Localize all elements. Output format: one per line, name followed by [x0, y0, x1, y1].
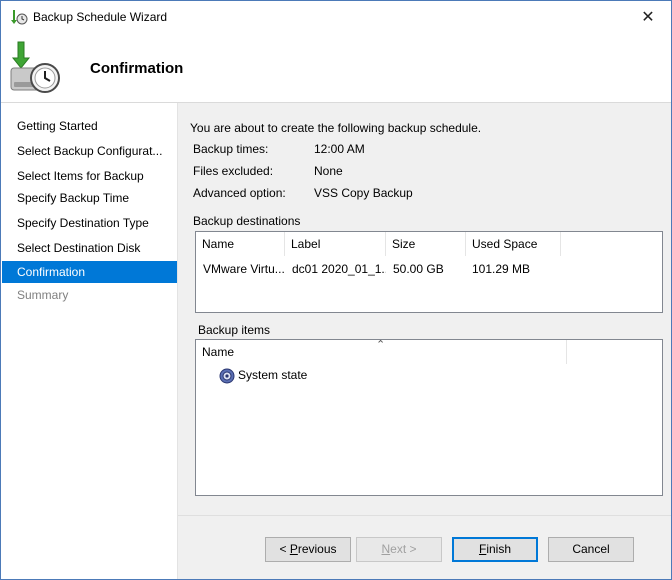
intro-text: You are about to create the following ba… [190, 121, 482, 135]
title-bar[interactable]: Backup Schedule Wizard ✕ [1, 1, 671, 32]
nav-step-summary: Summary [17, 288, 69, 302]
close-icon[interactable]: ✕ [625, 1, 671, 32]
backup-times-label: Backup times: [193, 142, 269, 156]
nav-step-confirmation[interactable]: Confirmation [2, 261, 177, 283]
destination-used-space-cell: 101.29 MB [472, 262, 531, 276]
backup-items-heading: Backup items [198, 323, 271, 337]
column-header-label[interactable]: Label [285, 232, 386, 256]
previous-button[interactable]: < Previous [265, 537, 351, 562]
files-excluded-label: Files excluded: [193, 164, 274, 178]
finish-button[interactable]: Finish [452, 537, 538, 562]
previous-label: revious [297, 542, 337, 556]
destination-size-cell: 50.00 GB [393, 262, 444, 276]
wizard-steps-nav: Getting Started Select Backup Configurat… [1, 103, 178, 579]
files-excluded-value: None [314, 164, 343, 178]
backup-times-value: 12:00 AM [314, 142, 365, 156]
backup-app-icon [11, 9, 28, 24]
previous-prefix: < [279, 542, 290, 556]
page-title: Confirmation [90, 60, 184, 77]
backup-items-list[interactable]: Name ⌃ System state [195, 339, 663, 496]
backup-destinations-list[interactable]: Name Label Size Used Space VMware Virtu.… [195, 231, 663, 313]
items-header: Name ⌃ [196, 340, 662, 364]
backup-destinations-heading: Backup destinations [193, 214, 301, 228]
window-title: Backup Schedule Wizard [33, 9, 168, 24]
previous-accelerator: P [289, 542, 298, 556]
column-header-name[interactable]: Name [196, 232, 285, 256]
next-accelerator: N [381, 542, 391, 556]
destination-label-cell: dc01 2020_01_1... [292, 262, 386, 276]
wizard-content: You are about to create the following ba… [178, 103, 671, 579]
next-button: Next > [356, 537, 442, 562]
destination-name-cell: VMware Virtu... [203, 262, 285, 276]
destinations-header: Name Label Size Used Space [196, 232, 662, 256]
system-state-icon [219, 368, 235, 384]
wizard-window: Backup Schedule Wizard ✕ Confirmation Ge… [0, 0, 672, 580]
finish-label: inish [486, 542, 512, 556]
button-separator [178, 515, 671, 516]
nav-step-select-destination-disk[interactable]: Select Destination Disk [2, 237, 177, 259]
nav-step-select-items[interactable]: Select Items for Backup [2, 165, 177, 187]
column-header-size[interactable]: Size [386, 232, 466, 256]
system-state-label: System state [238, 368, 308, 382]
column-header-used-space[interactable]: Used Space [466, 232, 561, 256]
cancel-button[interactable]: Cancel [548, 537, 634, 562]
advanced-option-label: Advanced option: [193, 186, 286, 200]
advanced-option-value: VSS Copy Backup [314, 186, 413, 200]
backup-schedule-icon [10, 41, 60, 93]
wizard-header: Confirmation [1, 32, 671, 103]
nav-step-select-backup-configuration[interactable]: Select Backup Configurat... [2, 140, 177, 162]
nav-step-getting-started[interactable]: Getting Started [2, 115, 177, 137]
nav-step-specify-destination-type[interactable]: Specify Destination Type [2, 212, 177, 234]
sort-ascending-icon: ⌃ [376, 339, 386, 351]
next-label: ext > [390, 542, 417, 556]
nav-step-specify-backup-time[interactable]: Specify Backup Time [2, 187, 177, 209]
